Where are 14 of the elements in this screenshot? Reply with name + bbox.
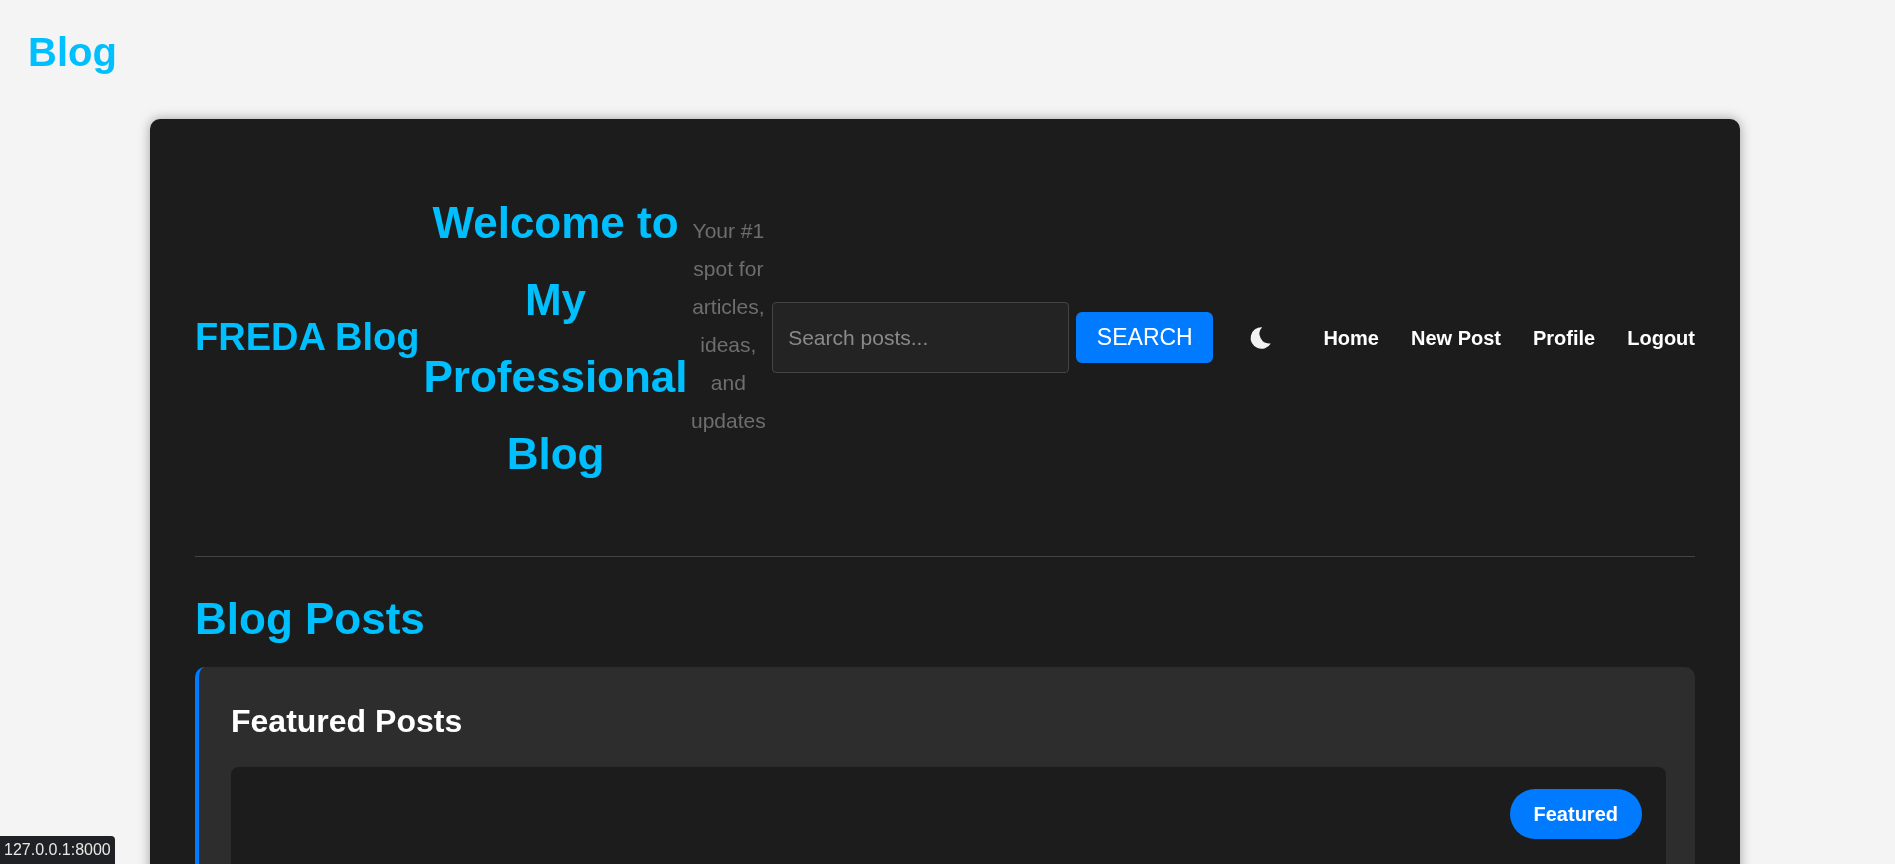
nav-link[interactable]: Home bbox=[1323, 322, 1379, 353]
status-bar: 127.0.0.1:8000 bbox=[0, 836, 115, 864]
page-title: Blog bbox=[28, 32, 117, 72]
featured-badge: Featured bbox=[1509, 789, 1642, 839]
nav-link[interactable]: Logout bbox=[1627, 322, 1695, 353]
nav-link[interactable]: New Post bbox=[1410, 322, 1501, 353]
section-title: Blog Posts bbox=[195, 597, 426, 641]
tagline: Your #1 spot for articles, ideas, and updates bbox=[690, 217, 767, 434]
search-button[interactable]: SEARCH bbox=[1076, 312, 1214, 363]
brand-title: FREDA Blog bbox=[195, 315, 420, 360]
search-field[interactable]: Search posts... bbox=[772, 302, 1070, 373]
nav-link[interactable]: Profile bbox=[1533, 322, 1596, 353]
featured-title: Featured Posts bbox=[231, 705, 464, 737]
welcome-heading: Welcome to My Professional Blog bbox=[423, 196, 688, 480]
